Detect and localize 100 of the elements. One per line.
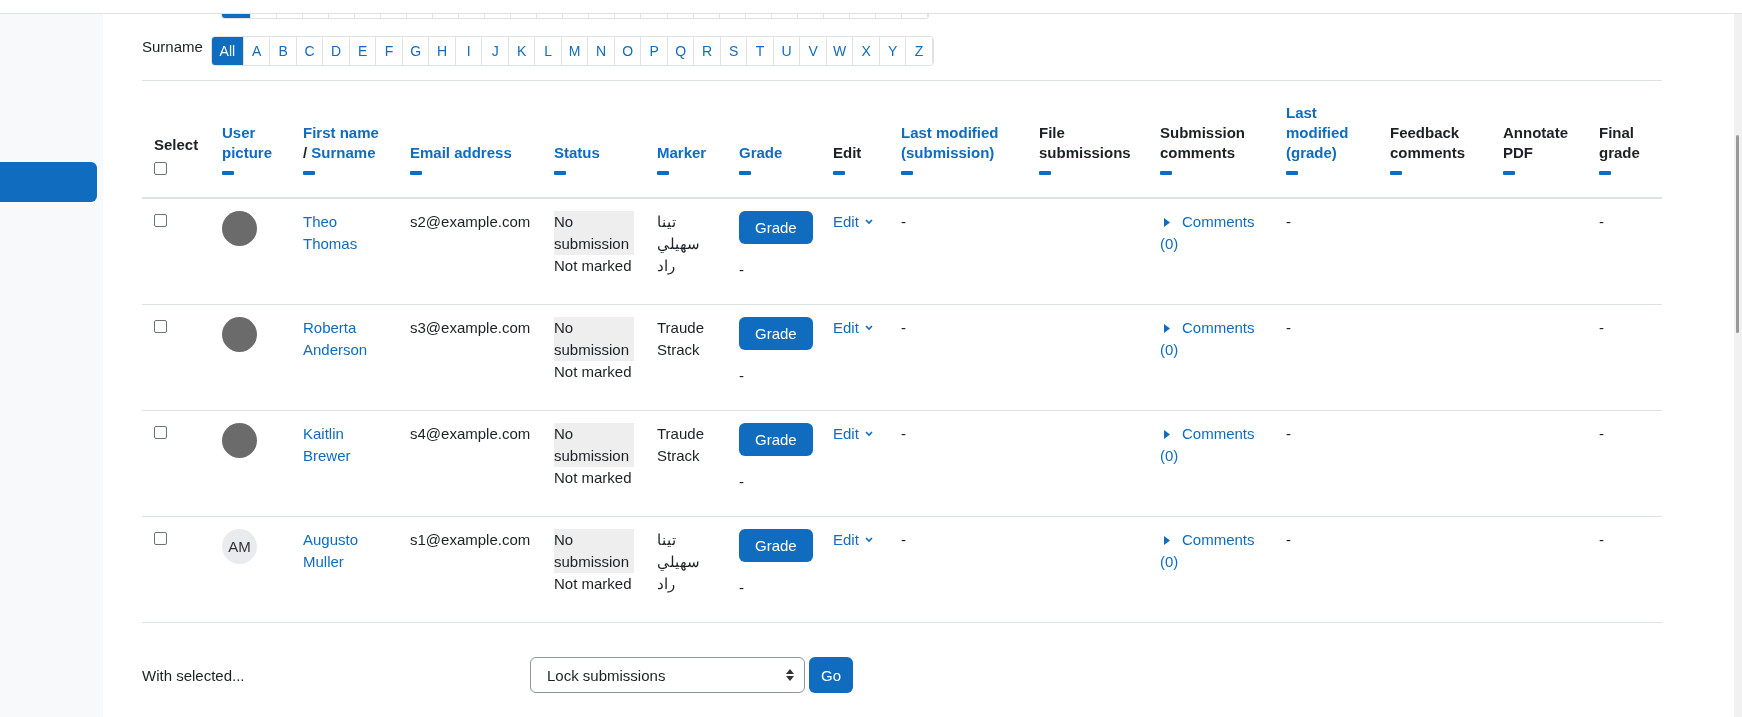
expand-icon <box>1164 324 1170 333</box>
collapse-icon[interactable] <box>1286 171 1298 175</box>
column-header: Feedback comments <box>1390 124 1466 161</box>
last-modified-text: - <box>901 212 907 232</box>
collapse-icon[interactable] <box>657 171 669 175</box>
final-grade-text: - <box>1599 318 1605 338</box>
marker-name: Traude Strack <box>657 318 705 360</box>
collapse-icon[interactable] <box>410 171 422 175</box>
submission-status: No submission <box>554 211 634 255</box>
edit-menu-link[interactable]: Edit <box>833 529 873 551</box>
collapse-icon[interactable] <box>739 171 751 175</box>
email-text: s2@example.com <box>410 212 532 232</box>
grade-button[interactable]: Grade <box>739 423 813 456</box>
row-checkbox[interactable] <box>154 320 167 333</box>
sidebar-item[interactable] <box>0 162 97 202</box>
collapse-icon[interactable] <box>1599 171 1611 175</box>
submission-status: No submission <box>554 423 634 467</box>
last-modified-text: - <box>1286 424 1292 444</box>
final-grade-text: - <box>1599 530 1605 550</box>
grading-status: Not marked <box>554 362 633 382</box>
photo-placeholder <box>222 317 257 352</box>
edit-menu-link[interactable]: Edit <box>833 317 873 339</box>
collapse-icon[interactable] <box>1160 171 1172 175</box>
collapse-icon[interactable] <box>303 171 315 175</box>
column-header: Annotate PDF <box>1503 124 1568 161</box>
grading-status: Not marked <box>554 256 633 276</box>
edit-menu-link[interactable]: Edit <box>833 423 873 445</box>
collapse-icon[interactable] <box>1503 171 1515 175</box>
sort-link[interactable]: Grade <box>739 143 813 163</box>
collapse-icon[interactable] <box>901 171 913 175</box>
separator-text: / <box>303 144 308 161</box>
caret-icon <box>864 431 873 437</box>
expand-icon <box>1164 218 1170 227</box>
email-text: s4@example.com <box>410 424 532 444</box>
collapse-icon[interactable] <box>1039 171 1051 175</box>
marker-name: تینا سهیلي راد <box>657 530 701 595</box>
grading-status: Not marked <box>554 468 633 488</box>
comments-link[interactable]: Comments (0) <box>1160 317 1266 361</box>
collapse-icon[interactable] <box>833 171 845 175</box>
user-name-link[interactable]: Roberta Anderson <box>303 317 390 361</box>
final-grade-text: - <box>1599 212 1605 232</box>
sort-link[interactable]: User picture <box>222 123 283 163</box>
grade-button[interactable]: Grade <box>739 317 813 350</box>
photo-placeholder <box>222 211 257 246</box>
bulk-action-select[interactable]: Lock submissions <box>530 657 805 693</box>
sort-link[interactable]: Last modified (submission) <box>901 123 1019 163</box>
row-checkbox[interactable] <box>154 532 167 545</box>
collapse-icon[interactable] <box>554 171 566 175</box>
last-modified-text: - <box>901 530 907 550</box>
go-button[interactable]: Go <box>809 657 853 693</box>
column-header: File submissions <box>1039 124 1131 161</box>
collapse-icon[interactable] <box>222 171 234 175</box>
letter-filter[interactable]: All <box>211 37 244 65</box>
grade-value: - <box>739 472 745 492</box>
last-modified-text: - <box>1286 212 1292 232</box>
collapse-icon[interactable] <box>1390 171 1402 175</box>
email-text: s3@example.com <box>410 318 532 338</box>
column-header: Select <box>154 136 199 153</box>
user-name-link[interactable]: Theo Thomas <box>303 211 390 255</box>
last-modified-text: - <box>901 424 907 444</box>
last-modified-text: - <box>1286 318 1292 338</box>
row-checkbox[interactable] <box>154 214 167 227</box>
sort-link[interactable]: Surname <box>311 144 376 161</box>
select-arrows-icon <box>786 669 794 681</box>
select-all-checkbox[interactable] <box>154 162 167 175</box>
column-header: Submission comments <box>1160 124 1245 161</box>
comments-link[interactable]: Comments (0) <box>1160 423 1266 467</box>
photo-placeholder <box>222 423 257 458</box>
last-modified-text: - <box>1286 530 1292 550</box>
caret-icon <box>864 219 873 225</box>
scrollbar[interactable] <box>1734 14 1742 717</box>
caret-icon <box>864 537 873 543</box>
grade-button[interactable]: Grade <box>739 529 813 562</box>
sort-link[interactable]: First name <box>303 124 379 141</box>
email-text: s1@example.com <box>410 530 532 550</box>
comments-link[interactable]: Comments (0) <box>1160 211 1266 255</box>
last-modified-text: - <box>901 318 907 338</box>
row-checkbox[interactable] <box>154 426 167 439</box>
submission-status: No submission <box>554 317 634 361</box>
filter-label: Surname <box>142 37 203 55</box>
final-grade-text: - <box>1599 424 1605 444</box>
user-name-link[interactable]: Augusto Muller <box>303 529 390 573</box>
marker-name: Traude Strack <box>657 424 705 466</box>
grading-status: Not marked <box>554 574 633 594</box>
sort-link[interactable]: Marker <box>657 143 719 163</box>
grade-value: - <box>739 366 745 386</box>
caret-icon <box>864 325 873 331</box>
sort-link[interactable]: Last modified (grade) <box>1286 103 1370 163</box>
comments-link[interactable]: Comments (0) <box>1160 529 1266 573</box>
column-header: Edit <box>833 144 862 161</box>
sort-link[interactable]: Status <box>554 143 637 163</box>
bulk-action-label: With selected... <box>142 666 246 684</box>
submission-status: No submission <box>554 529 634 573</box>
edit-menu-link[interactable]: Edit <box>833 211 873 233</box>
grade-value: - <box>739 260 745 280</box>
expand-icon <box>1164 430 1170 439</box>
user-name-link[interactable]: Kaitlin Brewer <box>303 423 390 467</box>
expand-icon <box>1164 536 1170 545</box>
grade-button[interactable]: Grade <box>739 211 813 244</box>
sort-link[interactable]: Email address <box>410 143 534 163</box>
